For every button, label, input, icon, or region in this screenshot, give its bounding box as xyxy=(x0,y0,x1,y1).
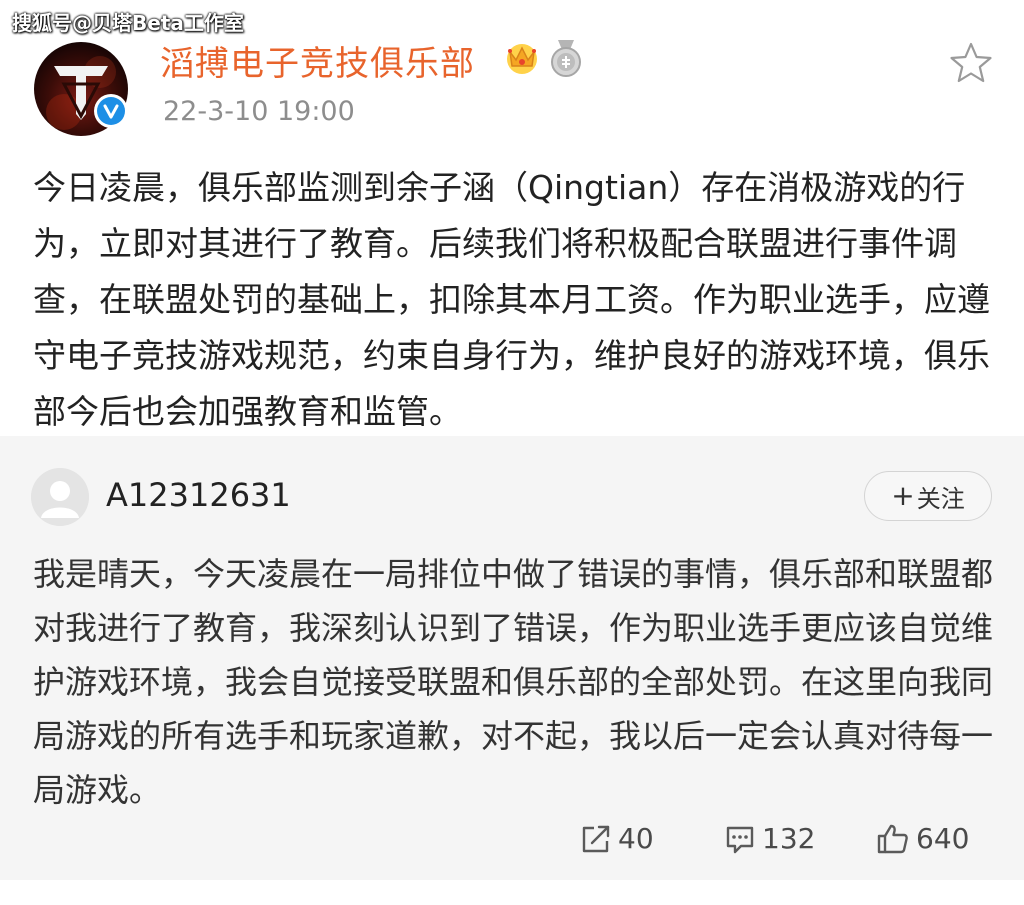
like-button[interactable]: 640 xyxy=(876,822,969,855)
comment-button[interactable]: 132 xyxy=(724,822,815,855)
thumbs-up-icon xyxy=(877,824,908,853)
follow-button[interactable]: + 关注 xyxy=(864,471,992,521)
like-count: 640 xyxy=(916,822,970,855)
crown-badge-icon[interactable] xyxy=(503,38,541,76)
watermark: 搜狐号@贝塔Beta工作室 xyxy=(12,11,244,35)
comment-icon xyxy=(726,826,754,853)
retweet-body-text: 我是晴天，今天凌晨在一局排位中做了错误的事情，俱乐部和联盟都对我进行了教育，我深… xyxy=(33,555,994,809)
follow-label: 关注 xyxy=(916,484,965,513)
retweet-user-name[interactable]: A12312631 xyxy=(106,476,291,514)
repost-count: 40 xyxy=(618,822,654,855)
star-icon[interactable] xyxy=(948,41,994,85)
medal-badge-icon[interactable] xyxy=(547,38,585,78)
repost-icon xyxy=(582,825,610,852)
repost-button[interactable]: 40 xyxy=(580,822,654,855)
retweet-card[interactable]: A12312631 + 关注 我是晴天，今天凌晨在一局排位中做了错误的事情，俱乐… xyxy=(0,436,1024,880)
post-timestamp: 22-3-10 19:00 xyxy=(163,96,355,127)
default-avatar-icon[interactable] xyxy=(31,468,89,526)
plus-icon: + xyxy=(891,479,915,512)
comment-count: 132 xyxy=(762,822,816,855)
action-bar: 40 132 640 xyxy=(0,822,1024,862)
post-body-text: 今日凌晨，俱乐部监测到余子涵（Qingtian）存在消极游戏的行为，立即对其进行… xyxy=(33,168,990,431)
post-author-name[interactable]: 滔搏电子竞技俱乐部 xyxy=(160,36,475,85)
verified-badge-icon xyxy=(94,94,128,128)
